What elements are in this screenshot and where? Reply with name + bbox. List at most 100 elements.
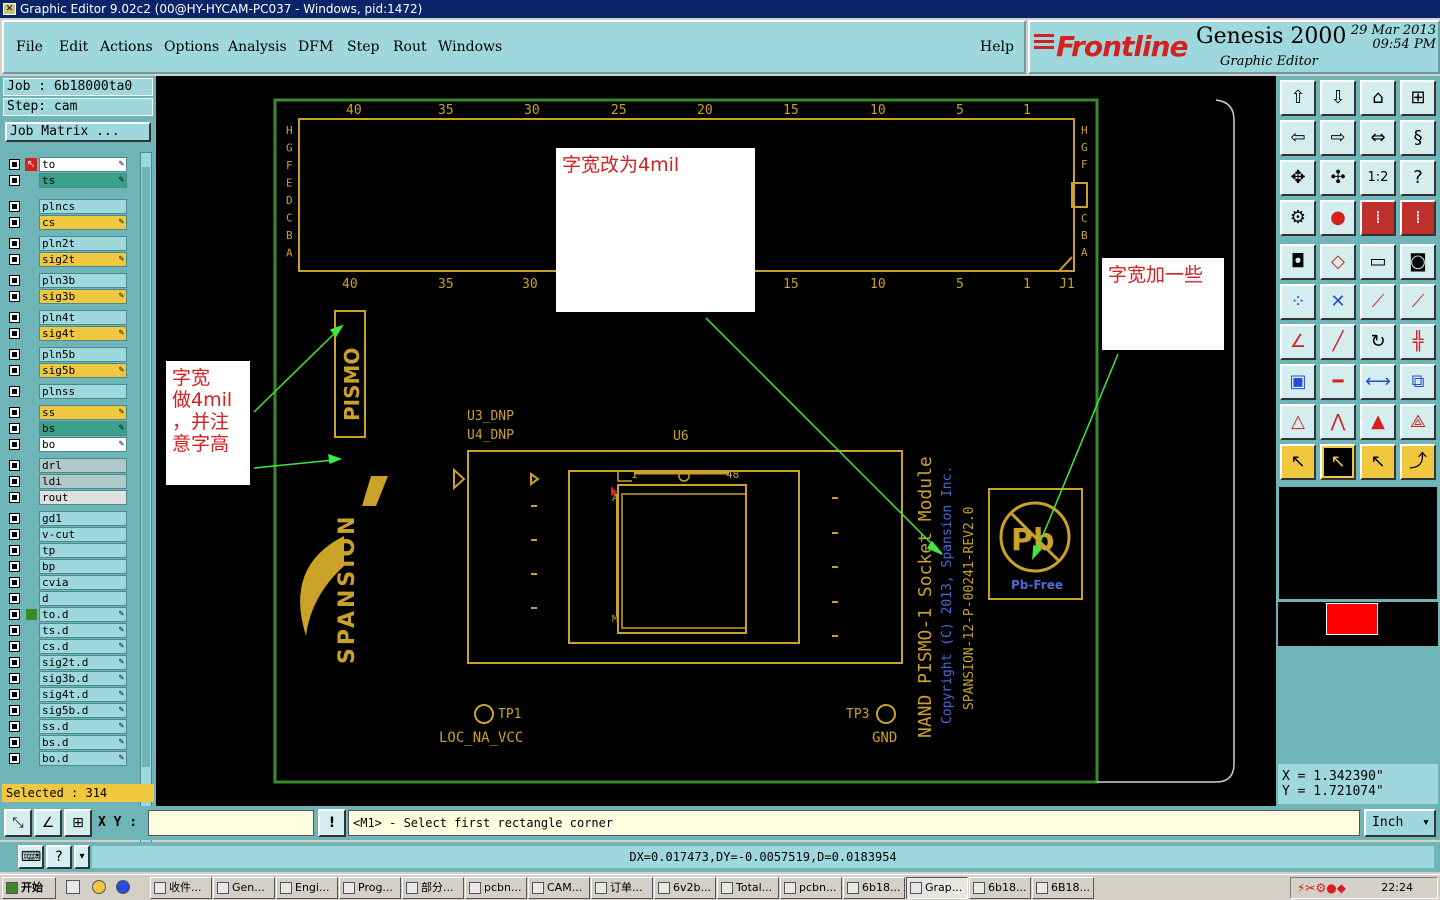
layer-name[interactable]: sig3b.d ✎ xyxy=(39,671,127,686)
circles-icon[interactable]: ⧉ xyxy=(1400,364,1436,400)
keyboard-icon[interactable]: ⌨ xyxy=(18,845,44,869)
line-alt-icon[interactable]: ⟋ xyxy=(1400,284,1436,320)
layer-name[interactable]: sig4t.d ✎ xyxy=(39,687,127,702)
layer-row[interactable]: pln2t xyxy=(6,236,136,251)
menu-options[interactable]: Options xyxy=(164,39,219,55)
layer-name[interactable]: pln5b xyxy=(39,347,127,362)
layer-name[interactable]: ts.d ✎ xyxy=(39,623,127,638)
redraw-icon[interactable]: § xyxy=(1400,120,1436,156)
snap-grid-icon[interactable]: ⤡ xyxy=(4,809,32,837)
layer-name[interactable]: tp xyxy=(39,543,127,558)
layer-row[interactable]: pln4t xyxy=(6,310,136,325)
layer-row[interactable]: sig3b ✎ xyxy=(6,289,136,304)
layer-name[interactable]: v-cut xyxy=(39,527,127,542)
triangle-outline-icon[interactable]: ⟁ xyxy=(1400,404,1436,440)
xy-input[interactable] xyxy=(148,810,314,836)
layer-name[interactable]: bp xyxy=(39,559,127,574)
taskbar-item[interactable]: Gen... xyxy=(213,877,275,899)
layer-name[interactable]: sig2t.d ✎ xyxy=(39,655,127,670)
layer-checkbox[interactable] xyxy=(9,291,20,302)
ruler-icon[interactable]: ▭ xyxy=(1360,244,1396,280)
layer-checkbox[interactable] xyxy=(9,513,20,524)
browser-icon[interactable] xyxy=(116,880,130,894)
layer-checkbox[interactable] xyxy=(9,201,20,212)
layer-name[interactable]: cvia xyxy=(39,575,127,590)
layer-row[interactable]: sig3b.d ✎ xyxy=(6,671,136,686)
layer-checkbox[interactable] xyxy=(9,476,20,487)
layer-row[interactable]: rout xyxy=(6,490,136,505)
taskbar-item[interactable]: Total... xyxy=(717,877,779,899)
layer-row[interactable]: ts.d ✎ xyxy=(6,623,136,638)
pad-icon[interactable]: ◙ xyxy=(1400,244,1436,280)
menu-dfm[interactable]: DFM xyxy=(298,39,333,55)
taskbar-item[interactable]: pcbn... xyxy=(780,877,842,899)
menu-step[interactable]: Step xyxy=(347,39,379,55)
alert-icon[interactable]: ! xyxy=(318,809,346,837)
dimension-icon[interactable]: ⟷ xyxy=(1360,364,1396,400)
expand-icon[interactable]: ▾ xyxy=(74,845,90,869)
tray-icons[interactable]: ⚡✂⚙●◆ xyxy=(1297,881,1346,895)
pan-right-icon[interactable]: ⇨ xyxy=(1320,120,1356,156)
layer-row[interactable]: drl xyxy=(6,458,136,473)
menu-rout[interactable]: Rout xyxy=(393,39,427,55)
layer-name[interactable]: ss.d ✎ xyxy=(39,719,127,734)
layer-name[interactable]: plnss xyxy=(39,384,127,399)
unit-selector[interactable]: Inch ▾ xyxy=(1364,809,1436,837)
layer-row[interactable]: bo ✎ xyxy=(6,437,136,452)
node-icon[interactable]: ▣ xyxy=(1280,364,1316,400)
edit-shape-icon[interactable]: ◇ xyxy=(1320,244,1356,280)
layer-checkbox[interactable] xyxy=(9,460,20,471)
layer-row[interactable]: pln5b xyxy=(6,347,136,362)
zoom-1-1-icon[interactable]: 1:2 xyxy=(1360,160,1396,196)
triangle-alt-icon[interactable]: ⋀ xyxy=(1320,404,1356,440)
triangle-icon[interactable]: △ xyxy=(1280,404,1316,440)
layer-checkbox[interactable] xyxy=(9,254,20,265)
measure-icon[interactable]: ⁞ xyxy=(1360,200,1396,236)
layer-name[interactable]: pln2t xyxy=(39,236,127,251)
clock-app-icon[interactable] xyxy=(92,880,106,894)
layer-name[interactable]: ts ✎ xyxy=(39,173,127,188)
layer-checkbox[interactable] xyxy=(9,423,20,434)
split-view-icon[interactable]: ⊞ xyxy=(1400,80,1436,116)
layer-checkbox[interactable] xyxy=(9,593,20,604)
layer-checkbox[interactable] xyxy=(9,753,20,764)
snap-icon[interactable]: ● xyxy=(1320,200,1356,236)
taskbar-item[interactable]: CAM... xyxy=(528,877,590,899)
layer-checkbox[interactable] xyxy=(9,365,20,376)
layer-name[interactable]: ldi xyxy=(39,474,127,489)
layer-name[interactable]: pln3b xyxy=(39,273,127,288)
layer-row[interactable]: plncs xyxy=(6,199,136,214)
layer-row[interactable]: gd1 xyxy=(6,511,136,526)
layer-row[interactable]: sig2t.d ✎ xyxy=(6,655,136,670)
layer-row[interactable]: cs ✎ xyxy=(6,215,136,230)
layer-name[interactable]: bs ✎ xyxy=(39,421,127,436)
layer-checkbox[interactable] xyxy=(9,312,20,323)
overview-map[interactable] xyxy=(1278,486,1438,600)
grid-icon[interactable]: ⊞ xyxy=(64,809,92,837)
angle-icon[interactable]: ∠ xyxy=(1280,324,1316,360)
layer-checkbox[interactable] xyxy=(9,349,20,360)
zoom-in-icon[interactable]: ✣ xyxy=(1320,160,1356,196)
layer-name[interactable]: bo ✎ xyxy=(39,437,127,452)
taskbar-item[interactable]: 6b18... xyxy=(843,877,905,899)
layer-checkbox[interactable] xyxy=(9,238,20,249)
menu-windows[interactable]: Windows xyxy=(438,39,502,55)
zoom-fit-icon[interactable]: ⇔ xyxy=(1360,120,1396,156)
layer-row[interactable]: ts ✎ xyxy=(6,173,136,188)
layer-row[interactable]: ↖ to ✎ xyxy=(6,157,136,172)
taskbar-item[interactable]: Engi... xyxy=(276,877,338,899)
layer-name[interactable]: sig5b.d ✎ xyxy=(39,703,127,718)
layer-checkbox[interactable] xyxy=(9,217,20,228)
layer-checkbox[interactable] xyxy=(9,641,20,652)
taskbar-item[interactable]: Grap... xyxy=(906,877,968,899)
layer-checkbox[interactable] xyxy=(9,689,20,700)
menu-help[interactable]: Help xyxy=(980,39,1014,55)
layer-row[interactable]: bs.d ✎ xyxy=(6,735,136,750)
menu-analysis[interactable]: Analysis xyxy=(228,39,287,55)
layer-checkbox[interactable] xyxy=(9,609,20,620)
graphic-canvas[interactable]: 4035302520151051 4035302520151051J1 HGFE… xyxy=(156,76,1276,806)
zoom-out-icon[interactable]: ✥ xyxy=(1280,160,1316,196)
menu-edit[interactable]: Edit xyxy=(59,39,88,55)
layer-name[interactable]: ss ✎ xyxy=(39,405,127,420)
layer-row[interactable]: ss.d ✎ xyxy=(6,719,136,734)
